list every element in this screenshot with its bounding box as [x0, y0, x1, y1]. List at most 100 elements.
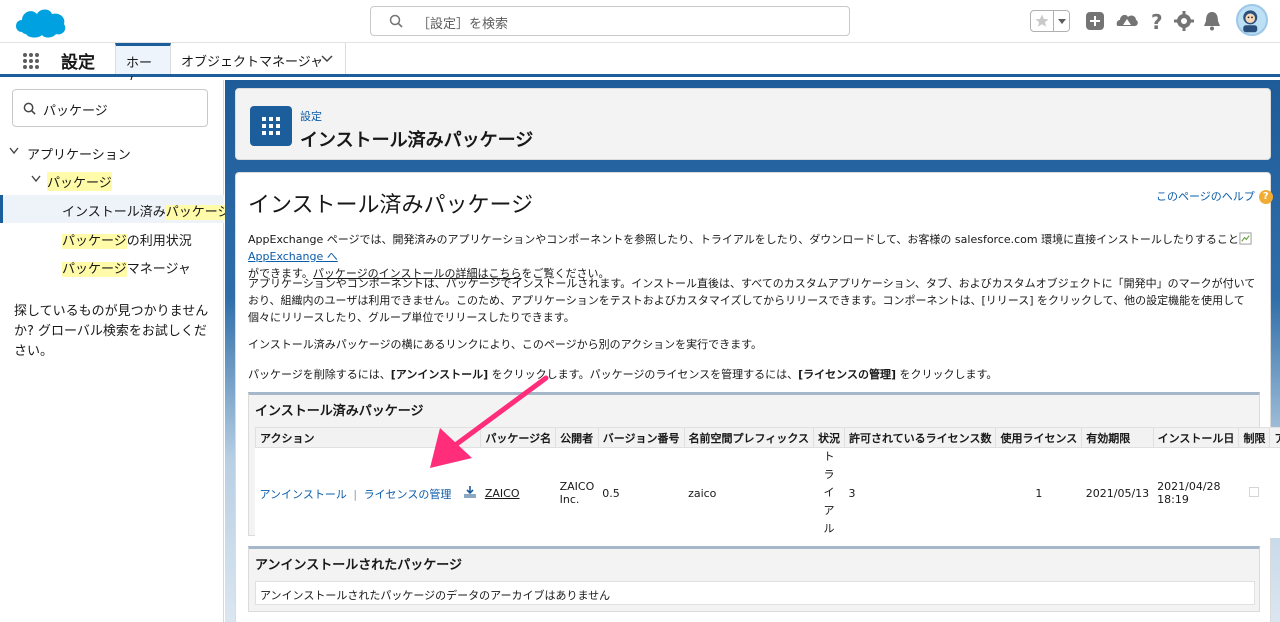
cell-actions: アンインストール | ライセンスの管理 [255, 447, 481, 538]
cell-namespace: zaico [684, 447, 814, 538]
manage-licenses-link[interactable]: ライセンスの管理 [364, 488, 452, 501]
cell-limits [1238, 447, 1270, 538]
favorites-dropdown-icon[interactable] [1053, 11, 1069, 31]
sidebar-item-package-usage[interactable]: パッケージの利用状況 [0, 226, 224, 250]
status-char: ル [823, 522, 835, 535]
setup-sidebar: パッケージ アプリケーション パッケージ インストール済みパッケージ パッケージ… [0, 80, 231, 622]
col-action: アクション [254, 427, 482, 448]
svg-text:?: ? [1151, 10, 1163, 34]
uninstalled-packages-section: アンインストールされたパッケージ アンインストールされたパッケージのデータのアー… [248, 546, 1260, 612]
sidebar-item-installed-packages-label: インストール済みパッケージ [62, 201, 231, 220]
search-icon [23, 102, 36, 115]
chevron-down-icon[interactable] [321, 54, 333, 64]
status-char: ラ [823, 468, 835, 481]
cell-version: 0.5 [598, 447, 685, 538]
tree-node-applications-label: アプリケーション [27, 148, 131, 163]
col-applications: アプリケーション [1269, 427, 1280, 448]
uninstall-text-c: をクリックします。パッケージのライセンスを管理するには、 [488, 368, 799, 381]
page-header: 設定 インストール済みパッケージ [235, 88, 1271, 160]
app-launcher-icon[interactable] [22, 52, 40, 70]
chevron-down-icon[interactable] [31, 175, 41, 183]
cell-package-name: ZAICO [480, 447, 556, 538]
cell-status: ト ラ イ ア ル [813, 447, 845, 538]
global-actions-icon[interactable] [1082, 8, 1108, 34]
breadcrumb[interactable]: 設定 [300, 108, 322, 124]
uninstall-paragraph: パッケージを削除するには、[アンインストール] をクリックします。パッケージのラ… [248, 366, 1262, 383]
setup-gear-icon[interactable] [1171, 8, 1197, 34]
sidebar-item-installed-packages[interactable]: インストール済みパッケージ [0, 195, 231, 223]
status-char: ア [823, 504, 835, 517]
search-icon [389, 14, 403, 28]
label-highlight: パッケージ [62, 262, 127, 277]
app-name: 設定 [61, 53, 95, 73]
uninstall-text-a: パッケージを削除するには、 [248, 368, 391, 381]
uninstall-link[interactable]: アンインストール [260, 488, 347, 501]
quick-find-value: パッケージ [43, 104, 108, 119]
uninstalled-packages-title: アンインストールされたパッケージ [255, 558, 462, 573]
status-char: ト [823, 450, 835, 463]
tree-node-packages[interactable]: パッケージ [0, 168, 224, 192]
tree-node-packages-label: パッケージ [47, 172, 112, 191]
app-navigation-bar: 設定 ホーム オブジェクトマネージャ [0, 43, 1280, 90]
tree-node-applications[interactable]: アプリケーション [0, 140, 224, 164]
col-install-date: インストール日 [1152, 427, 1240, 448]
trailhead-icon[interactable] [1114, 8, 1140, 34]
tab-home[interactable]: ホーム [115, 43, 171, 90]
package-name-link[interactable]: ZAICO [485, 487, 520, 500]
cell-expiration: 2021/05/13 [1081, 447, 1154, 538]
label-highlight: パッケージ [165, 205, 231, 220]
label-highlight: パッケージ [62, 234, 127, 249]
col-namespace: 名前空間プレフィックス [683, 427, 815, 448]
setup-grid-icon [250, 106, 292, 146]
col-publisher: 公開者 [555, 427, 599, 448]
appexchange-link-label: AppExchange へ [248, 250, 338, 263]
sidebar-item-package-manager-label: パッケージマネージャ [62, 258, 191, 277]
sidebar-item-package-manager[interactable]: パッケージマネージャ [0, 254, 224, 278]
table-header-row: アクション パッケージ名 公開者 バージョン番号 名前空間プレフィックス 状況 … [254, 427, 1280, 448]
sidebar-item-package-usage-label: パッケージの利用状況 [62, 230, 192, 249]
cell-allowed-licenses: 3 [844, 447, 996, 538]
uninstalled-empty-message: アンインストールされたパッケージのデータのアーカイブはありません [255, 581, 1255, 605]
favorites-star-icon[interactable] [1034, 13, 1050, 29]
label-suffix: の利用状況 [126, 234, 192, 249]
search-placeholder: ［設定］を検索 [417, 17, 509, 32]
description-paragraph: アプリケーションやコンポーネントは、パッケージでインストールされます。インストー… [248, 277, 1256, 324]
uninstall-text-b: [アンインストール] [390, 368, 489, 381]
notifications-bell-icon[interactable] [1199, 8, 1225, 34]
chevron-down-icon[interactable] [9, 147, 19, 155]
not-found-hint: 探しているものが見つかりませんか? グローバル検索をお試しください。 [14, 304, 209, 359]
uninstall-text-d: [ライセンスの管理] [798, 368, 896, 381]
download-icon[interactable] [463, 485, 477, 499]
col-status: 状況 [813, 427, 846, 448]
intro-text: AppExchange ページでは、開発済みのアプリケーションやコンポーネントを… [248, 233, 1239, 246]
cell-used-licenses: 1 [995, 447, 1082, 538]
global-header: ［設定］を検索 ? [0, 0, 1280, 43]
cell-install-date: 2021/04/28 18:19 [1153, 447, 1239, 538]
broken-image-icon [1239, 232, 1252, 245]
table-row: アンインストール | ライセンスの管理 ZAICO ZAICO Inc. 0.5… [255, 447, 1280, 538]
col-used-licenses: 使用ライセンス [995, 427, 1083, 448]
uninstall-text-e: をクリックします。 [896, 368, 998, 381]
help-for-this-page-link[interactable]: このページのヘルプ? [1156, 188, 1273, 204]
favorites-button[interactable] [1030, 10, 1070, 32]
installed-packages-title: インストール済みパッケージ [255, 404, 424, 419]
col-expiration: 有効期限 [1081, 427, 1154, 448]
cell-applications: 1 [1269, 447, 1280, 538]
content-card: インストール済みパッケージ このページのヘルプ? AppExchange ページ… [235, 172, 1280, 622]
cell-publisher: ZAICO Inc. [555, 447, 599, 538]
label-prefix: インストール済み [62, 205, 166, 220]
user-avatar[interactable] [1236, 4, 1268, 36]
limits-checkbox [1249, 486, 1260, 497]
help-icon[interactable]: ? [1144, 8, 1170, 34]
status-char: イ [823, 486, 835, 499]
quick-find-input[interactable]: パッケージ [12, 89, 208, 127]
actions-paragraph: インストール済みパッケージの横にあるリンクにより、このページから別のアクションを… [248, 338, 763, 351]
salesforce-logo[interactable] [12, 4, 68, 40]
col-version: バージョン番号 [597, 427, 685, 448]
tab-object-manager-label: オブジェクトマネージャ [181, 55, 324, 70]
tab-object-manager[interactable]: オブジェクトマネージャ [171, 43, 346, 74]
col-limits: 制限 [1238, 427, 1271, 448]
page-title: インストール済みパッケージ [300, 130, 534, 151]
global-search-input[interactable]: ［設定］を検索 [370, 6, 850, 36]
label-suffix: マネージャ [126, 262, 191, 277]
